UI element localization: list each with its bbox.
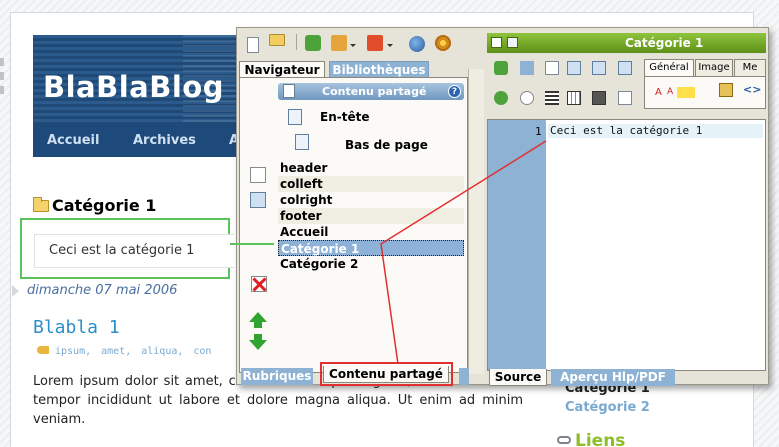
shared-content-icon: [283, 84, 295, 98]
highlight-icon[interactable]: [677, 87, 695, 98]
gear-icon[interactable]: [435, 35, 451, 51]
nav-sub-entete[interactable]: En-tête: [320, 110, 369, 124]
font-color-icon[interactable]: A: [655, 87, 662, 98]
tab-more[interactable]: Me: [734, 59, 766, 76]
move-down-icon[interactable]: [249, 340, 267, 350]
tag-link[interactable]: amet,: [101, 346, 131, 357]
decor-dash: [0, 72, 4, 80]
blog-nav-accueil[interactable]: Accueil: [47, 133, 99, 148]
nav-item-footer[interactable]: footer: [278, 208, 464, 224]
sidebar-links-heading: Liens: [557, 431, 625, 447]
date-marker-icon: [12, 285, 19, 297]
copy-icon[interactable]: [567, 61, 581, 75]
category-description-box: Ceci est la catégorie 1: [20, 218, 234, 279]
line-number: 1: [535, 125, 542, 138]
chevron-down-icon[interactable]: [350, 44, 356, 47]
nav-item-accueil[interactable]: Accueil: [278, 224, 464, 240]
anchor-icon[interactable]: [520, 91, 534, 105]
chain-link-icon: [557, 436, 571, 444]
decor-dash: [0, 58, 4, 66]
delete-icon[interactable]: [251, 276, 267, 292]
tag-link[interactable]: con: [193, 346, 211, 357]
sidebar-category-2[interactable]: Catégorie 2: [565, 400, 650, 415]
chevron-down-icon[interactable]: [387, 44, 393, 47]
line-number-gutter: [488, 120, 546, 370]
post-date: dimanche 07 mai 2006: [27, 283, 178, 298]
tools-icon[interactable]: [305, 35, 321, 51]
category-heading: Catégorie 1: [33, 196, 156, 215]
post-title[interactable]: Blabla 1: [33, 317, 120, 338]
code-icon[interactable]: [618, 91, 632, 105]
tab-overflow: [459, 368, 469, 385]
blog-nav-archives[interactable]: Archives: [133, 133, 196, 148]
script-icon[interactable]: [367, 35, 383, 51]
decor-dash: [0, 86, 4, 94]
new-document-icon[interactable]: [247, 37, 259, 53]
category-description: Ceci est la catégorie 1: [49, 243, 195, 258]
tab-bibliotheques[interactable]: Bibliothèques: [329, 61, 429, 78]
cut-icon[interactable]: [520, 61, 534, 75]
tab-image[interactable]: Image: [695, 59, 733, 76]
minimize-icon[interactable]: [491, 37, 502, 48]
open-folder-icon[interactable]: [269, 34, 285, 46]
editor-window: Navigateur Bibliothèques Contenu partagé…: [236, 27, 769, 386]
tag-key-icon: [37, 346, 49, 354]
validate-icon[interactable]: [494, 61, 508, 75]
font-style-icon[interactable]: A: [667, 87, 673, 97]
highlight-box: [320, 362, 453, 386]
folder-icon: [33, 197, 49, 212]
code-line[interactable]: Ceci est la catégorie 1: [548, 124, 763, 138]
list-icon[interactable]: [545, 91, 559, 105]
tab-rubriques[interactable]: Rubriques: [241, 368, 313, 385]
nav-item-colright[interactable]: colright: [278, 192, 464, 208]
format-toolbar: A A <>: [644, 76, 766, 109]
wizard-icon[interactable]: [331, 35, 347, 51]
tab-general[interactable]: Général: [644, 59, 694, 76]
tag-link[interactable]: aliqua,: [141, 346, 183, 357]
tab-navigateur[interactable]: Navigateur: [239, 61, 325, 78]
style-icon[interactable]: [719, 83, 733, 97]
add-page-icon[interactable]: [250, 167, 266, 183]
nav-item-header[interactable]: header: [278, 160, 464, 176]
duplicate-icon[interactable]: [618, 61, 632, 75]
nav-item-categorie-2[interactable]: Catégorie 2: [278, 256, 464, 272]
calendar-icon[interactable]: [545, 61, 559, 75]
move-up-icon[interactable]: [249, 312, 267, 322]
paste-icon[interactable]: [592, 61, 606, 75]
frame-icon[interactable]: [592, 91, 606, 105]
help-icon[interactable]: ?: [448, 85, 461, 98]
page-icon: [507, 37, 518, 48]
header-page-icon: [288, 109, 302, 125]
footer-page-icon: [295, 134, 309, 150]
tab-source[interactable]: Source: [489, 369, 547, 386]
blog-title[interactable]: BlaBlaBlog: [43, 70, 224, 104]
tab-apercu[interactable]: Aperçu Hlp/PDF: [551, 369, 675, 386]
toolbar-strip: [468, 69, 484, 374]
image-insert-icon[interactable]: [494, 91, 508, 105]
move-up-stem: [254, 322, 262, 328]
nav-item-categorie-1[interactable]: Catégorie 1: [278, 240, 464, 256]
nav-item-colleft[interactable]: colleft: [278, 176, 464, 192]
navigator-panel: Contenu partagé ? En-tête Bas de page he…: [239, 77, 468, 373]
tag-link[interactable]: ipsum,: [55, 346, 91, 357]
html-tag-icon[interactable]: <>: [743, 83, 761, 96]
nav-sub-bas-de-page[interactable]: Bas de page: [345, 138, 428, 152]
table-icon[interactable]: [567, 91, 581, 105]
edit-page-icon[interactable]: [250, 192, 266, 208]
toolbar-separator: [296, 34, 297, 50]
shared-content-header[interactable]: Contenu partagé ?: [278, 83, 464, 100]
globe-icon[interactable]: [409, 36, 425, 52]
post-tags: ipsum, amet, aliqua, con: [37, 346, 221, 357]
source-editor[interactable]: 1 Ceci est la catégorie 1: [487, 119, 766, 371]
content-editor-titlebar: Catégorie 1: [487, 33, 766, 53]
content-editor-title: Catégorie 1: [625, 36, 704, 50]
